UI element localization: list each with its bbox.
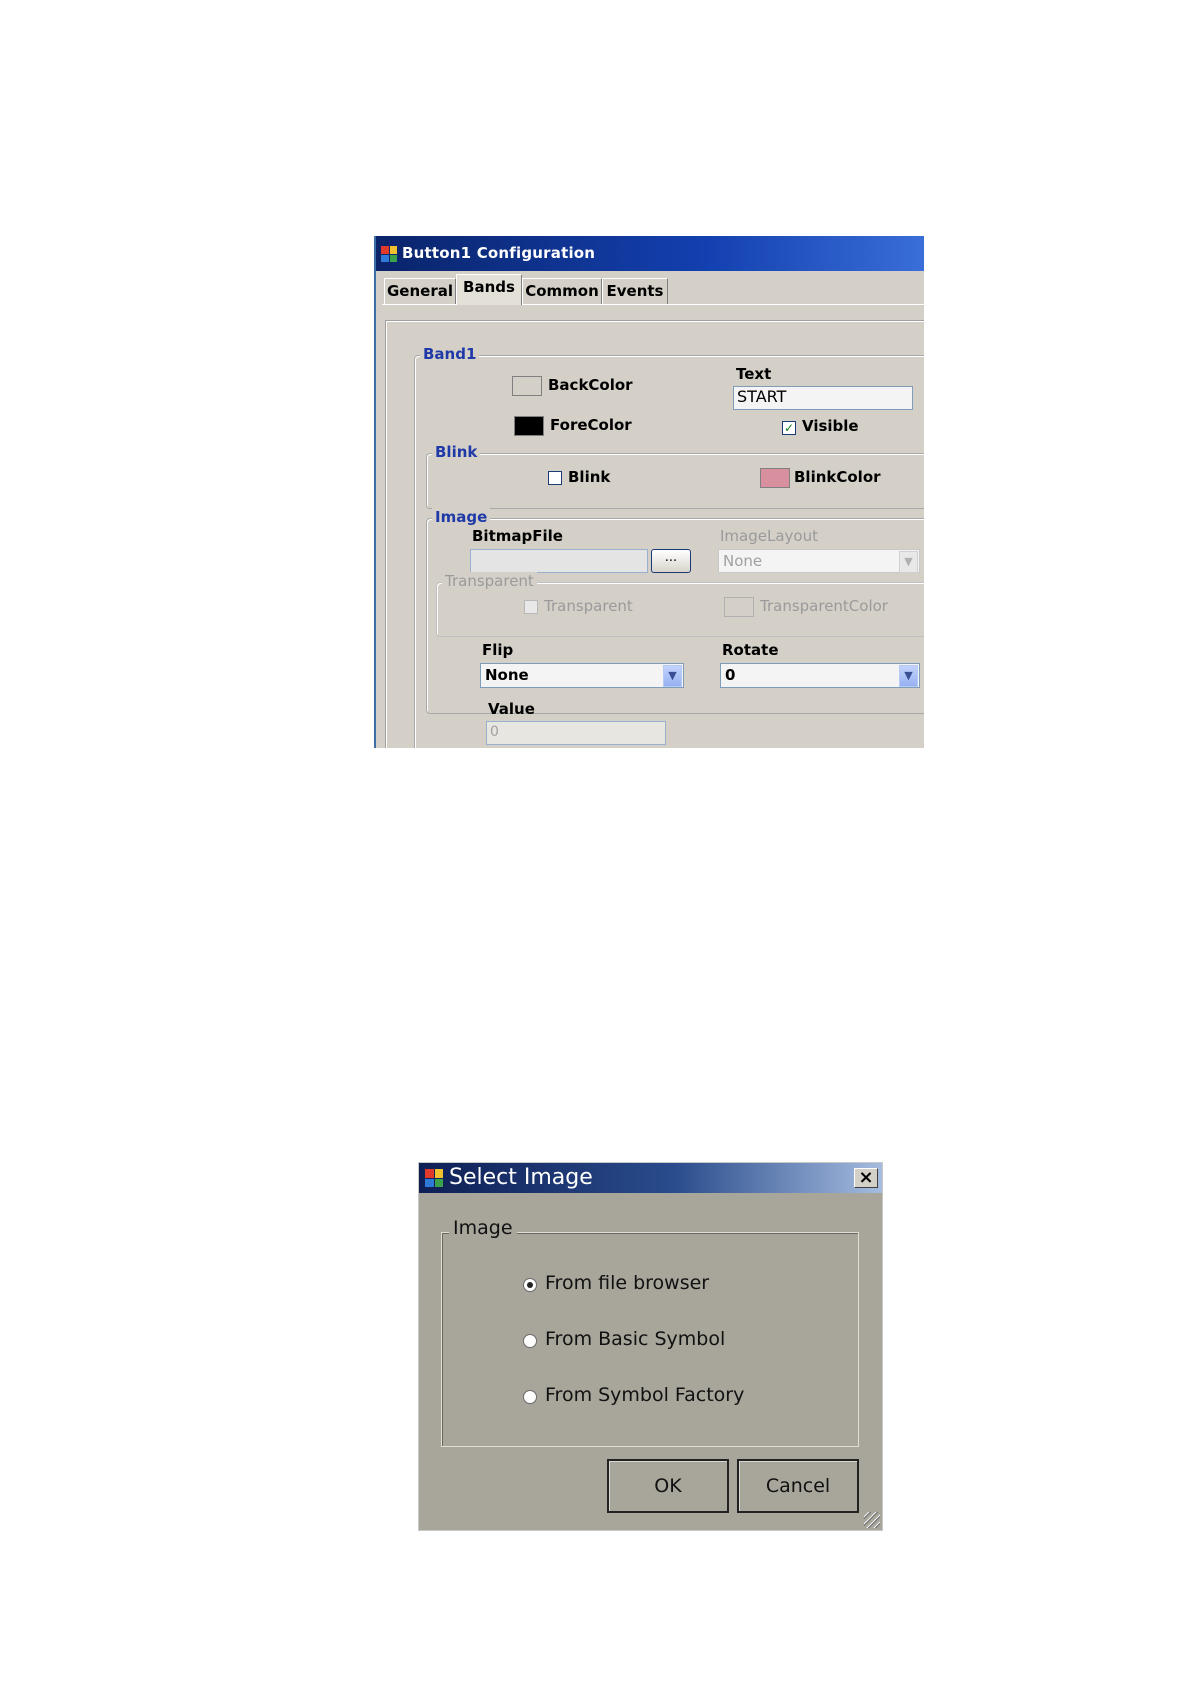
tab-common[interactable]: Common	[522, 278, 602, 304]
image-layout-value: None	[723, 552, 763, 570]
blink-legend: Blink	[432, 443, 481, 461]
rotate-select[interactable]: 0 ▼	[720, 663, 920, 688]
chevron-down-icon: ▼	[899, 551, 918, 573]
blink-label: Blink	[568, 468, 611, 486]
tab-bands[interactable]: Bands	[456, 274, 522, 305]
button1-configuration-dialog: Button1 Configuration General Bands Comm…	[374, 236, 924, 748]
blink-color-label: BlinkColor	[794, 468, 881, 486]
fore-color-label: ForeColor	[550, 416, 632, 434]
band1-legend: Band1	[420, 345, 480, 363]
rotate-label: Rotate	[722, 641, 779, 659]
resize-grip-icon[interactable]	[864, 1512, 880, 1528]
flip-label: Flip	[482, 641, 514, 659]
rotate-value: 0	[725, 666, 736, 684]
ok-button[interactable]: OK	[607, 1459, 729, 1513]
transparent-label: Transparent	[544, 597, 633, 615]
value-input[interactable]: 0	[486, 721, 666, 745]
text-input[interactable]: START	[733, 386, 913, 410]
image-legend: Image	[432, 508, 491, 526]
select-image-dialog: Select Image × Image From file browser F…	[418, 1162, 883, 1531]
dialog-title: Button1 Configuration	[402, 244, 596, 262]
image-source-legend: Image	[449, 1217, 517, 1239]
transparent-legend: Transparent	[442, 572, 537, 590]
fore-color-swatch[interactable]	[514, 416, 544, 436]
title-bar[interactable]: Select Image ×	[419, 1163, 882, 1193]
tab-general[interactable]: General	[384, 278, 456, 304]
radio-from-file-browser[interactable]	[523, 1278, 537, 1292]
visible-checkbox[interactable]: ✓	[782, 421, 796, 435]
app-icon	[381, 246, 397, 262]
flip-value: None	[485, 666, 529, 684]
chevron-down-icon[interactable]: ▼	[663, 665, 682, 687]
flip-select[interactable]: None ▼	[480, 663, 684, 688]
app-icon	[425, 1169, 443, 1187]
visible-label: Visible	[802, 417, 859, 435]
dialog-title: Select Image	[449, 1165, 593, 1190]
title-bar[interactable]: Button1 Configuration	[376, 236, 924, 271]
transparent-color-swatch	[724, 597, 754, 617]
bitmap-file-input[interactable]	[470, 549, 648, 573]
check-mark-icon: ✓	[783, 421, 795, 435]
browse-button[interactable]: ...	[651, 549, 691, 573]
blink-color-swatch[interactable]	[760, 468, 790, 488]
text-label: Text	[736, 365, 772, 383]
bitmap-file-label: BitmapFile	[472, 527, 563, 545]
tab-events[interactable]: Events	[602, 278, 668, 304]
image-layout-label: ImageLayout	[720, 527, 818, 545]
option-from-symbol-factory[interactable]: From Symbol Factory	[545, 1384, 744, 1406]
cancel-button[interactable]: Cancel	[737, 1459, 859, 1513]
value-label: Value	[488, 700, 535, 718]
chevron-down-icon[interactable]: ▼	[899, 665, 918, 687]
radio-from-basic-symbol[interactable]	[523, 1334, 537, 1348]
image-layout-select: None ▼	[718, 549, 920, 573]
close-button[interactable]: ×	[854, 1168, 878, 1188]
close-icon: ×	[858, 1167, 874, 1188]
option-from-file-browser[interactable]: From file browser	[545, 1272, 709, 1294]
transparent-checkbox	[524, 600, 538, 614]
back-color-swatch[interactable]	[512, 376, 542, 396]
transparent-color-label: TransparentColor	[760, 597, 888, 615]
radio-from-symbol-factory[interactable]	[523, 1390, 537, 1404]
option-from-basic-symbol[interactable]: From Basic Symbol	[545, 1328, 725, 1350]
blink-checkbox[interactable]	[548, 471, 562, 485]
back-color-label: BackColor	[548, 376, 633, 394]
